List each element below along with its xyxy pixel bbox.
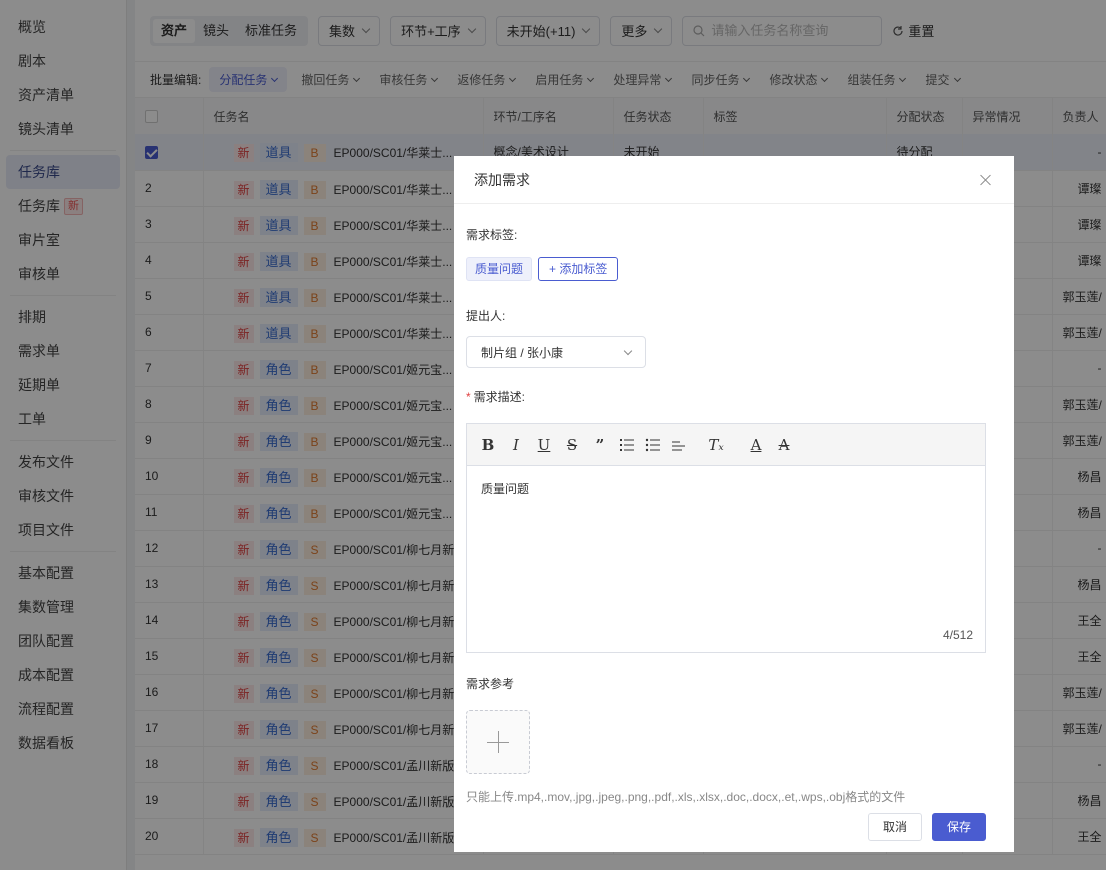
align-left-icon[interactable]	[671, 438, 687, 452]
rich-text-editor: B I U S ” Tₓ A A 质量问题 4/512	[466, 423, 986, 653]
editor-content[interactable]: 质量问题 4/512	[467, 466, 985, 652]
dialog-body: 需求标签: 质量问题 + 添加标签 提出人: 制片组 / 张小康 * 需求描述: …	[454, 226, 1014, 805]
bold-icon[interactable]: B	[479, 436, 497, 454]
font-color-icon[interactable]: A	[747, 436, 765, 454]
tag-chip[interactable]: 质量问题	[466, 257, 533, 281]
add-request-dialog: 添加需求 需求标签: 质量问题 + 添加标签 提出人: 制片组 / 张小康 * 需…	[454, 156, 1014, 852]
required-mark: *	[466, 390, 471, 404]
close-icon[interactable]	[978, 172, 994, 188]
save-button[interactable]: 保存	[931, 813, 986, 841]
chevron-down-icon	[623, 346, 633, 355]
clear-format-icon[interactable]: Tₓ	[707, 436, 725, 454]
dialog-header: 添加需求	[454, 156, 1014, 204]
proposer-select[interactable]: 制片组 / 张小康	[466, 336, 646, 368]
upload-hint: 只能上传.mp4,.mov,.jpg,.jpeg,.png,.pdf,.xls,…	[466, 790, 906, 804]
dialog-footer: 取消 保存	[867, 813, 986, 841]
upload-plus-icon[interactable]	[466, 710, 530, 774]
proposer-label: 提出人:	[466, 309, 506, 323]
cancel-button[interactable]: 取消	[867, 813, 922, 841]
strikethrough-icon[interactable]: S	[563, 436, 581, 454]
description-label-row: * 需求描述:	[466, 388, 1002, 405]
quote-icon[interactable]: ”	[591, 436, 609, 454]
ordered-list-icon[interactable]	[619, 438, 635, 452]
description-label: 需求描述:	[473, 390, 526, 404]
add-tag-button[interactable]: + 添加标签	[538, 257, 619, 281]
editor-text: 质量问题	[481, 482, 530, 496]
bullet-list-icon[interactable]	[645, 438, 661, 452]
dialog-title: 添加需求	[474, 171, 530, 188]
char-counter: 4/512	[942, 628, 973, 642]
tags-label: 需求标签:	[466, 228, 518, 242]
reference-label: 需求参考	[466, 677, 515, 691]
tags-row: 质量问题 + 添加标签	[466, 257, 1002, 281]
background-color-icon[interactable]: A	[775, 436, 793, 454]
underline-icon[interactable]: U	[535, 436, 553, 454]
editor-toolbar: B I U S ” Tₓ A A	[467, 424, 985, 466]
proposer-value: 制片组 / 张小康	[481, 345, 564, 360]
italic-icon[interactable]: I	[507, 436, 525, 454]
